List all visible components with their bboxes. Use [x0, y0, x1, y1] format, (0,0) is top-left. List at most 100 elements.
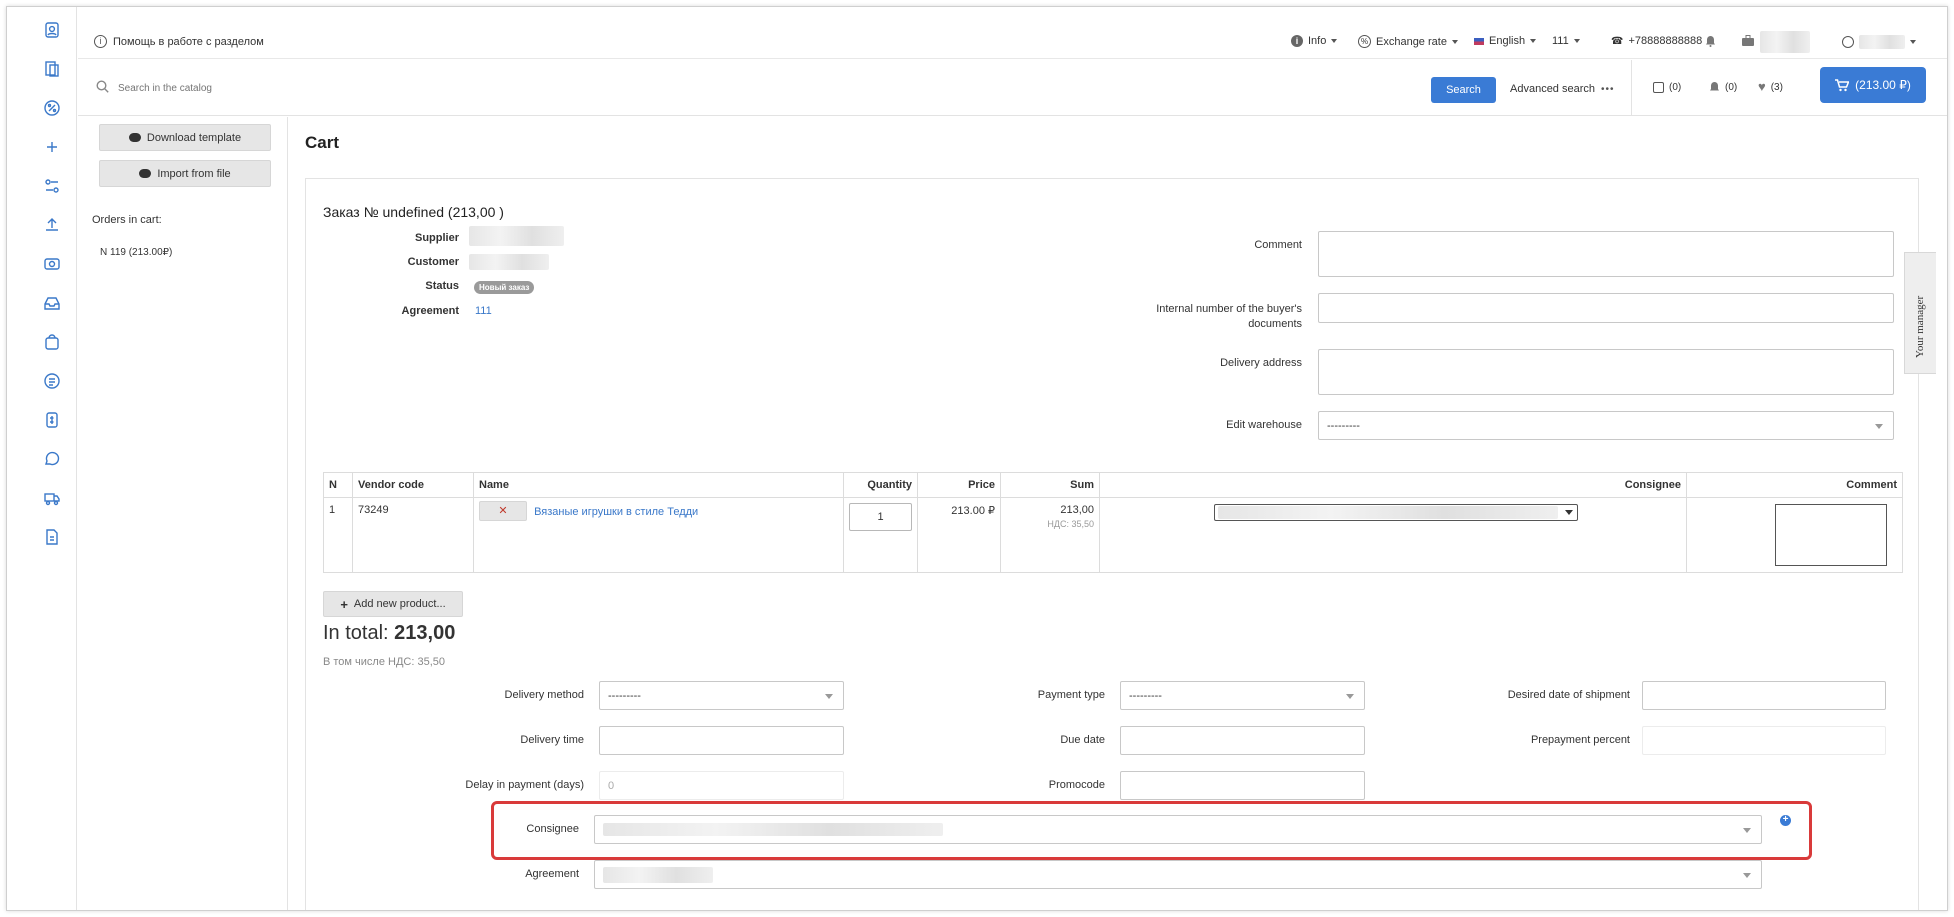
- agreement-select[interactable]: [594, 860, 1762, 889]
- orders-in-cart-label: Orders in cart:: [92, 214, 162, 226]
- row-consignee-select[interactable]: [1214, 504, 1578, 521]
- agreement-link[interactable]: 111: [475, 305, 492, 317]
- consignee-select-value-redacted: [603, 823, 943, 836]
- info-menu[interactable]: i Info: [1291, 35, 1338, 47]
- plus-icon[interactable]: [43, 138, 61, 156]
- phone-icon: ☎: [1611, 35, 1624, 47]
- column-header: Price: [917, 472, 1001, 498]
- bell-icon: [1710, 82, 1719, 91]
- info-circle-icon: i: [94, 35, 107, 48]
- quantity-input[interactable]: 1: [849, 503, 912, 531]
- your-manager-tab[interactable]: Your manager: [1904, 252, 1936, 374]
- delete-item-icon[interactable]: ✕: [479, 501, 527, 521]
- help-link[interactable]: i Помощь в работе с разделом: [94, 35, 264, 48]
- internal-number-input[interactable]: [1318, 293, 1894, 323]
- payment-type-value: ---------: [1129, 689, 1162, 702]
- language-label: English: [1489, 35, 1526, 47]
- user-card-icon[interactable]: [43, 21, 61, 39]
- customer-label: Customer: [407, 256, 459, 268]
- edit-warehouse-label: Edit warehouse: [1226, 419, 1302, 431]
- download-template-button[interactable]: Download template: [99, 124, 271, 151]
- import-from-file-label: Import from file: [157, 167, 231, 180]
- product-name-link[interactable]: Вязаные игрушки в стиле Тедди: [534, 506, 698, 518]
- add-consignee-icon[interactable]: +: [1780, 815, 1791, 826]
- compare-icon: [1653, 82, 1664, 93]
- desired-date-input[interactable]: [1642, 681, 1886, 710]
- payment-type-select[interactable]: ---------: [1120, 681, 1365, 710]
- vat-note: В том числе НДС: 35,50: [323, 656, 445, 668]
- delivery-time-input[interactable]: [599, 726, 844, 755]
- row-vat: НДС: 35,50: [1047, 519, 1094, 529]
- order-list-item[interactable]: N 119 (213.00₽): [100, 247, 172, 258]
- chevron-down-icon: [1743, 827, 1751, 833]
- compare-count: (0): [1669, 82, 1682, 93]
- add-new-product-button[interactable]: + Add new product...: [323, 591, 463, 617]
- advanced-search-link[interactable]: Advanced search •••: [1510, 83, 1615, 95]
- agreement-select-value-redacted: [603, 866, 713, 883]
- cloud-upload-icon: [139, 169, 152, 178]
- notifications-link[interactable]: (0): [1709, 81, 1737, 93]
- prepayment-input[interactable]: [1642, 726, 1886, 755]
- due-date-input[interactable]: [1120, 726, 1365, 755]
- warehouse-select[interactable]: ---------: [1318, 411, 1894, 440]
- agreement-label: 111: [1552, 35, 1569, 47]
- documents-icon[interactable]: [43, 60, 61, 78]
- search-input[interactable]: [118, 78, 1018, 98]
- comment-label: Comment: [1254, 239, 1302, 251]
- report-icon[interactable]: [43, 372, 61, 390]
- file-icon[interactable]: [43, 528, 61, 546]
- order-heading: Заказ № undefined (213,00 ): [323, 204, 504, 220]
- chevron-down-icon: [825, 693, 833, 699]
- table-header-row: N Vendor code Name Quantity Price Sum Co…: [323, 472, 1903, 498]
- delivery-truck-icon[interactable]: [43, 489, 61, 507]
- phone-link[interactable]: ☎ +78888888888: [1611, 35, 1702, 47]
- shopping-bag-icon[interactable]: [43, 333, 61, 351]
- heart-icon: ♥: [1758, 79, 1766, 94]
- order-items-table: N Vendor code Name Quantity Price Sum Co…: [323, 472, 1903, 573]
- language-menu[interactable]: English: [1474, 35, 1537, 47]
- upload-icon[interactable]: [43, 216, 61, 234]
- chevron-down-icon: [1875, 423, 1883, 429]
- invoice-icon[interactable]: [43, 411, 61, 429]
- more-dots-icon: •••: [1601, 83, 1615, 95]
- supplier-value-redacted: [469, 226, 564, 246]
- app-window: i Помощь в работе с разделом i Info % Ex…: [6, 6, 1948, 911]
- column-header: Vendor code: [352, 472, 474, 498]
- discount-icon[interactable]: [43, 99, 61, 117]
- help-label: Помощь в работе с разделом: [113, 35, 264, 48]
- chevron-down-icon: [1573, 39, 1580, 43]
- delay-in-payment-input[interactable]: 0: [599, 771, 844, 800]
- agreement-menu[interactable]: 111: [1552, 35, 1580, 47]
- due-date-label: Due date: [1060, 734, 1105, 746]
- company-name-redacted: [1760, 31, 1810, 53]
- bell-icon[interactable]: [1705, 35, 1716, 47]
- favorites-link[interactable]: ♥ (3): [1758, 79, 1783, 94]
- download-template-label: Download template: [146, 131, 242, 144]
- cloud-download-icon: [128, 133, 141, 142]
- cart-button[interactable]: (213.00 ₽): [1820, 67, 1926, 103]
- cart-icon: [1835, 78, 1850, 91]
- user-menu[interactable]: [1842, 35, 1916, 49]
- row-consignee-cell: [1099, 497, 1687, 573]
- row-comment-textarea[interactable]: [1775, 504, 1887, 566]
- money-icon[interactable]: [43, 255, 61, 273]
- search-button[interactable]: Search: [1431, 77, 1496, 103]
- consignee-select[interactable]: [594, 815, 1762, 844]
- delivery-method-select[interactable]: ---------: [599, 681, 844, 710]
- row-sum: 213,00: [1060, 504, 1094, 516]
- compare-link[interactable]: (0): [1653, 82, 1681, 93]
- chevron-down-icon: [1910, 40, 1916, 44]
- import-from-file-button[interactable]: Import from file: [99, 160, 271, 187]
- row-vendor-code: 73249: [352, 497, 474, 573]
- promocode-input[interactable]: [1120, 771, 1365, 800]
- favorites-count: (3): [1770, 81, 1783, 93]
- chat-icon[interactable]: [43, 450, 61, 468]
- delivery-address-textarea[interactable]: [1318, 349, 1894, 395]
- briefcase-icon[interactable]: [1742, 35, 1754, 46]
- comment-textarea[interactable]: [1318, 231, 1894, 277]
- search-bar: Search Advanced search ••• (0) (0) ♥ (3)…: [78, 60, 1947, 116]
- exchange-icon[interactable]: [43, 177, 61, 195]
- row-quantity-cell: 1: [843, 497, 918, 573]
- exchange-rate-menu[interactable]: % Exchange rate: [1358, 35, 1458, 48]
- inbox-icon[interactable]: [43, 294, 61, 312]
